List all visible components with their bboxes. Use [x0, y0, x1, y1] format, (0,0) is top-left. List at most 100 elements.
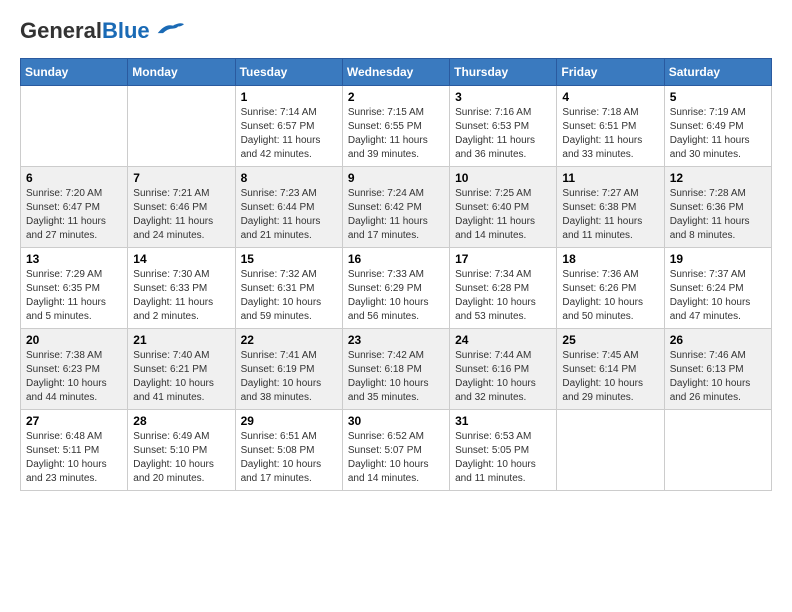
calendar-week-row: 6Sunrise: 7:20 AMSunset: 6:47 PMDaylight…: [21, 167, 772, 248]
calendar-cell: 22 Sunrise: 7:41 AMSunset: 6:19 PMDayligh…: [235, 329, 342, 410]
calendar-cell: 11 Sunrise: 7:27 AMSunset: 6:38 PMDayligh…: [557, 167, 664, 248]
day-number: 12: [670, 171, 766, 185]
day-number: 11: [562, 171, 658, 185]
day-number: 14: [133, 252, 229, 266]
calendar-cell: 8 Sunrise: 7:23 AMSunset: 6:44 PMDaylight…: [235, 167, 342, 248]
day-info: Sunrise: 7:16 AMSunset: 6:53 PMDaylight:…: [455, 106, 551, 162]
day-number: 16: [348, 252, 444, 266]
logo: GeneralBlue: [20, 20, 184, 42]
day-number: 6: [26, 171, 122, 185]
day-number: 9: [348, 171, 444, 185]
day-info: Sunrise: 6:53 AMSunset: 5:05 PMDaylight:…: [455, 430, 551, 486]
day-number: 19: [670, 252, 766, 266]
day-number: 3: [455, 90, 551, 104]
calendar-cell: 14 Sunrise: 7:30 AMSunset: 6:33 PMDayligh…: [128, 248, 235, 329]
calendar-cell: 25 Sunrise: 7:45 AMSunset: 6:14 PMDayligh…: [557, 329, 664, 410]
day-number: 23: [348, 333, 444, 347]
calendar-week-row: 13 Sunrise: 7:29 AMSunset: 6:35 PMDayligh…: [21, 248, 772, 329]
day-info: Sunrise: 7:29 AMSunset: 6:35 PMDaylight:…: [26, 268, 122, 324]
calendar-cell: 7 Sunrise: 7:21 AMSunset: 6:46 PMDaylight…: [128, 167, 235, 248]
day-info: Sunrise: 7:30 AMSunset: 6:33 PMDaylight:…: [133, 268, 229, 324]
calendar-cell: 4 Sunrise: 7:18 AMSunset: 6:51 PMDaylight…: [557, 86, 664, 167]
day-number: 13: [26, 252, 122, 266]
calendar-cell: 12 Sunrise: 7:28 AMSunset: 6:36 PMDayligh…: [664, 167, 771, 248]
day-number: 25: [562, 333, 658, 347]
calendar-cell: 26 Sunrise: 7:46 AMSunset: 6:13 PMDayligh…: [664, 329, 771, 410]
day-info: Sunrise: 7:46 AMSunset: 6:13 PMDaylight:…: [670, 349, 766, 405]
day-number: 20: [26, 333, 122, 347]
calendar-cell: 2 Sunrise: 7:15 AMSunset: 6:55 PMDaylight…: [342, 86, 449, 167]
day-number: 7: [133, 171, 229, 185]
calendar-cell: 9Sunrise: 7:24 AMSunset: 6:42 PMDaylight…: [342, 167, 449, 248]
day-info: Sunrise: 6:49 AMSunset: 5:10 PMDaylight:…: [133, 430, 229, 486]
calendar-cell: 3 Sunrise: 7:16 AMSunset: 6:53 PMDaylight…: [450, 86, 557, 167]
day-number: 1: [241, 90, 337, 104]
calendar-cell: [557, 410, 664, 491]
day-number: 30: [348, 414, 444, 428]
calendar-week-row: 20 Sunrise: 7:38 AMSunset: 6:23 PMDayligh…: [21, 329, 772, 410]
day-number: 2: [348, 90, 444, 104]
page-header: GeneralBlue: [20, 20, 772, 42]
day-number: 31: [455, 414, 551, 428]
calendar-cell: 6Sunrise: 7:20 AMSunset: 6:47 PMDaylight…: [21, 167, 128, 248]
calendar-cell: 20 Sunrise: 7:38 AMSunset: 6:23 PMDayligh…: [21, 329, 128, 410]
day-info: Sunrise: 7:42 AMSunset: 6:18 PMDaylight:…: [348, 349, 444, 405]
day-info: Sunrise: 6:48 AMSunset: 5:11 PMDaylight:…: [26, 430, 122, 486]
day-info: Sunrise: 7:27 AMSunset: 6:38 PMDaylight:…: [562, 187, 658, 243]
day-number: 22: [241, 333, 337, 347]
calendar-cell: 31 Sunrise: 6:53 AMSunset: 5:05 PMDayligh…: [450, 410, 557, 491]
day-number: 10: [455, 171, 551, 185]
day-number: 8: [241, 171, 337, 185]
calendar-cell: 1 Sunrise: 7:14 AMSunset: 6:57 PMDaylight…: [235, 86, 342, 167]
day-number: 4: [562, 90, 658, 104]
calendar-cell: 13 Sunrise: 7:29 AMSunset: 6:35 PMDayligh…: [21, 248, 128, 329]
calendar-table: SundayMondayTuesdayWednesdayThursdayFrid…: [20, 58, 772, 491]
day-number: 18: [562, 252, 658, 266]
calendar-cell: [21, 86, 128, 167]
day-info: Sunrise: 7:44 AMSunset: 6:16 PMDaylight:…: [455, 349, 551, 405]
calendar-cell: [128, 86, 235, 167]
day-info: Sunrise: 7:38 AMSunset: 6:23 PMDaylight:…: [26, 349, 122, 405]
calendar-cell: 10Sunrise: 7:25 AMSunset: 6:40 PMDayligh…: [450, 167, 557, 248]
day-number: 5: [670, 90, 766, 104]
calendar-cell: 21 Sunrise: 7:40 AMSunset: 6:21 PMDayligh…: [128, 329, 235, 410]
calendar-week-row: 1 Sunrise: 7:14 AMSunset: 6:57 PMDaylight…: [21, 86, 772, 167]
day-number: 17: [455, 252, 551, 266]
calendar-cell: 30Sunrise: 6:52 AMSunset: 5:07 PMDayligh…: [342, 410, 449, 491]
calendar-cell: 29 Sunrise: 6:51 AMSunset: 5:08 PMDayligh…: [235, 410, 342, 491]
weekday-header-saturday: Saturday: [664, 59, 771, 86]
calendar-cell: 17 Sunrise: 7:34 AMSunset: 6:28 PMDayligh…: [450, 248, 557, 329]
calendar-cell: [664, 410, 771, 491]
day-info: Sunrise: 7:18 AMSunset: 6:51 PMDaylight:…: [562, 106, 658, 162]
day-number: 21: [133, 333, 229, 347]
day-number: 24: [455, 333, 551, 347]
calendar-cell: 24 Sunrise: 7:44 AMSunset: 6:16 PMDayligh…: [450, 329, 557, 410]
weekday-header-tuesday: Tuesday: [235, 59, 342, 86]
day-number: 28: [133, 414, 229, 428]
day-info: Sunrise: 7:45 AMSunset: 6:14 PMDaylight:…: [562, 349, 658, 405]
day-number: 15: [241, 252, 337, 266]
day-info: Sunrise: 7:21 AMSunset: 6:46 PMDaylight:…: [133, 187, 229, 243]
day-info: Sunrise: 7:34 AMSunset: 6:28 PMDaylight:…: [455, 268, 551, 324]
day-number: 27: [26, 414, 122, 428]
day-info: Sunrise: 7:32 AMSunset: 6:31 PMDaylight:…: [241, 268, 337, 324]
day-info: Sunrise: 7:23 AMSunset: 6:44 PMDaylight:…: [241, 187, 337, 243]
calendar-cell: 23 Sunrise: 7:42 AMSunset: 6:18 PMDayligh…: [342, 329, 449, 410]
calendar-header-row: SundayMondayTuesdayWednesdayThursdayFrid…: [21, 59, 772, 86]
day-number: 26: [670, 333, 766, 347]
day-number: 29: [241, 414, 337, 428]
day-info: Sunrise: 7:28 AMSunset: 6:36 PMDaylight:…: [670, 187, 766, 243]
weekday-header-wednesday: Wednesday: [342, 59, 449, 86]
day-info: Sunrise: 7:19 AMSunset: 6:49 PMDaylight:…: [670, 106, 766, 162]
day-info: Sunrise: 6:51 AMSunset: 5:08 PMDaylight:…: [241, 430, 337, 486]
calendar-cell: 27 Sunrise: 6:48 AMSunset: 5:11 PMDayligh…: [21, 410, 128, 491]
day-info: Sunrise: 7:15 AMSunset: 6:55 PMDaylight:…: [348, 106, 444, 162]
day-info: Sunrise: 7:41 AMSunset: 6:19 PMDaylight:…: [241, 349, 337, 405]
logo-bird-icon: [154, 19, 184, 39]
logo-text: GeneralBlue: [20, 20, 150, 42]
day-info: Sunrise: 7:40 AMSunset: 6:21 PMDaylight:…: [133, 349, 229, 405]
calendar-week-row: 27 Sunrise: 6:48 AMSunset: 5:11 PMDayligh…: [21, 410, 772, 491]
day-info: Sunrise: 7:37 AMSunset: 6:24 PMDaylight:…: [670, 268, 766, 324]
day-info: Sunrise: 7:33 AMSunset: 6:29 PMDaylight:…: [348, 268, 444, 324]
day-info: Sunrise: 7:14 AMSunset: 6:57 PMDaylight:…: [241, 106, 337, 162]
